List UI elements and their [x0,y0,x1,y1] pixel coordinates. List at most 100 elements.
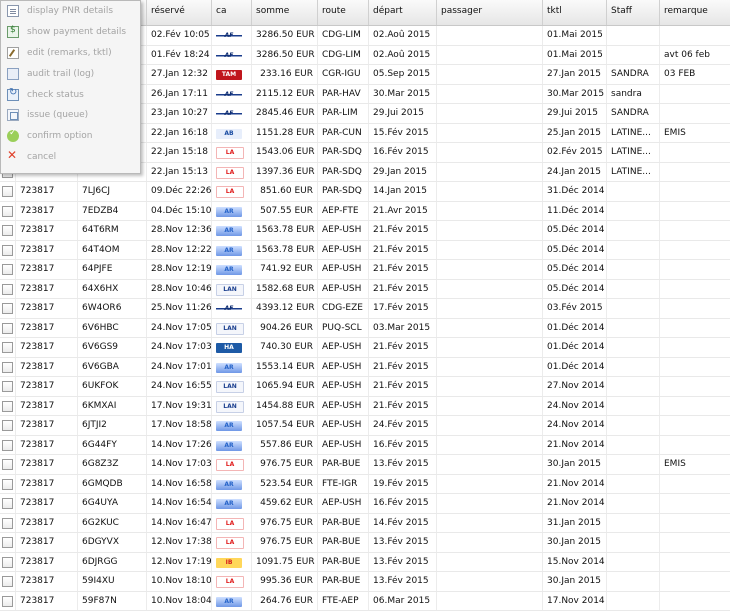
row-checkbox[interactable] [2,225,13,236]
cell-remarque [660,299,730,318]
cell-depart: 16.Fév 2015 [369,494,437,513]
menu-item-show-payment-details[interactable]: show payment details [1,22,140,43]
table-row[interactable]: 7238176G2KUC14.Nov 16:47LA976.75 EURPAR-… [0,514,730,534]
row-checkbox[interactable] [2,498,13,509]
table-row[interactable]: 7238176V6GBA24.Nov 17:01AR1553.14 EURAEP… [0,358,730,378]
cell-depart: 05.Sep 2015 [369,65,437,84]
row-checkbox[interactable] [2,381,13,392]
row-select-cell [0,514,16,533]
cell-passager [437,533,543,552]
menu-item-issue-queue[interactable]: issue (queue) [1,105,140,126]
menu-item-check-status[interactable]: check status [1,84,140,105]
cell-ca: LA [212,514,252,533]
cell-tktl: 01.Déc 2014 [543,338,607,357]
header-staff[interactable]: Staff [607,0,660,25]
table-row[interactable]: 7238176W4OR625.Nov 11:26AF4393.12 EURCDG… [0,299,730,319]
cell-tktl: 27.Jan 2015 [543,65,607,84]
header-passager[interactable]: passager [437,0,543,25]
menu-item-cancel[interactable]: cancel [1,147,140,168]
table-row[interactable]: 7238176UKFOK24.Nov 16:55LAN1065.94 EURAE… [0,377,730,397]
row-checkbox[interactable] [2,323,13,334]
table-row[interactable]: 72381759I4XU10.Nov 18:10LA995.36 EURPAR-… [0,572,730,592]
table-row[interactable]: 7238176DGYVX12.Nov 17:38LA976.75 EURPAR-… [0,533,730,553]
cell-pnr: 6V6GBA [78,358,147,377]
menu-item-edit[interactable]: edit (remarks, tktl) [1,43,140,64]
table-row[interactable]: 7238176G4UYA14.Nov 16:54AR459.62 EURAEP-… [0,494,730,514]
header-ca[interactable]: ca [212,0,252,25]
table-row[interactable]: 7238176V6HBC24.Nov 17:05LAN904.26 EURPUQ… [0,319,730,339]
table-row[interactable]: 72381764T6RM28.Nov 12:36AR1563.78 EURAEP… [0,221,730,241]
menu-item-display-pnr-details[interactable]: display PNR details [1,1,140,22]
row-checkbox[interactable] [2,342,13,353]
row-checkbox[interactable] [2,420,13,431]
cell-agent: 723817 [16,358,78,377]
cell-pnr: 64X6HX [78,280,147,299]
row-checkbox[interactable] [2,245,13,256]
airline-logo-icon: AF [216,90,242,100]
row-checkbox[interactable] [2,303,13,314]
row-checkbox[interactable] [2,479,13,490]
table-row[interactable]: 7238176KMXAI17.Nov 19:31LAN1454.88 EURAE… [0,397,730,417]
menu-item-confirm-option[interactable]: confirm option [1,126,140,147]
table-row[interactable]: 72381764PJFE28.Nov 12:19AR741.92 EURAEP-… [0,260,730,280]
header-depart[interactable]: départ [369,0,437,25]
cell-remarque: EMIS [660,124,730,143]
header-reserve[interactable]: réservé [147,0,212,25]
cell-depart: 21.Fév 2015 [369,260,437,279]
row-checkbox[interactable] [2,537,13,548]
row-checkbox[interactable] [2,362,13,373]
cell-remarque [660,202,730,221]
table-row[interactable]: 7238176DJRGG12.Nov 17:19IB1091.75 EURPAR… [0,553,730,573]
row-checkbox[interactable] [2,264,13,275]
table-row[interactable]: 72381764T4OM28.Nov 12:22AR1563.78 EURAEP… [0,241,730,261]
row-checkbox[interactable] [2,576,13,587]
table-row[interactable]: 72381759F87N10.Nov 18:04AR264.76 EURFTE-… [0,592,730,611]
cell-ca: IB [212,553,252,572]
menu-item-label: check status [27,90,84,100]
row-checkbox[interactable] [2,284,13,295]
row-checkbox[interactable] [2,596,13,607]
table-row[interactable]: 7238177EDZB404.Déc 15:10AR507.55 EURAEP-… [0,202,730,222]
table-row[interactable]: 72381764X6HX28.Nov 10:46LAN1582.68 EURAE… [0,280,730,300]
cell-route: AEP-USH [318,436,369,455]
cell-remarque [660,475,730,494]
table-row[interactable]: 7238177LJ6CJ09.Déc 22:26LA851.60 EURPAR-… [0,182,730,202]
row-checkbox[interactable] [2,518,13,529]
row-checkbox[interactable] [2,206,13,217]
cell-agent: 723817 [16,338,78,357]
row-checkbox[interactable] [2,557,13,568]
cell-passager [437,455,543,474]
cell-ca: LA [212,572,252,591]
row-checkbox[interactable] [2,186,13,197]
header-somme[interactable]: somme [252,0,318,25]
menu-item-audit-trail[interactable]: audit trail (log) [1,63,140,84]
cell-route: AEP-USH [318,494,369,513]
table-row[interactable]: 7238176G44FY14.Nov 17:26AR557.86 EURAEP-… [0,436,730,456]
row-checkbox[interactable] [2,440,13,451]
header-route[interactable]: route [318,0,369,25]
row-checkbox[interactable] [2,459,13,470]
cell-reserve: 24.Nov 16:55 [147,377,212,396]
cell-agent: 723817 [16,260,78,279]
cell-remarque [660,358,730,377]
table-row[interactable]: 7238176G8Z3Z14.Nov 17:03LA976.75 EURPAR-… [0,455,730,475]
table-row[interactable]: 7238176GMQDB14.Nov 16:58AR523.54 EURFTE-… [0,475,730,495]
cell-somme: 557.86 EUR [252,436,318,455]
table-row[interactable]: 7238176V6GS924.Nov 17:03HA740.30 EURAEP-… [0,338,730,358]
cell-remarque [660,436,730,455]
menu-item-label: audit trail (log) [27,69,94,79]
menu-item-label: show payment details [27,27,126,37]
table-row[interactable]: 7238176JTJI217.Nov 18:58AR1057.54 EURAEP… [0,416,730,436]
cell-passager [437,416,543,435]
row-checkbox[interactable] [2,401,13,412]
cell-tktl: 27.Nov 2014 [543,377,607,396]
cell-somme: 995.36 EUR [252,572,318,591]
airline-logo-icon: AR [216,226,242,236]
cell-staff [607,280,660,299]
header-tktl[interactable]: tktl [543,0,607,25]
airline-logo-icon: AF [216,109,242,119]
cell-tktl: 21.Nov 2014 [543,494,607,513]
header-remarque[interactable]: remarque [660,0,730,25]
cell-tktl: 01.Déc 2014 [543,319,607,338]
cell-remarque [660,533,730,552]
